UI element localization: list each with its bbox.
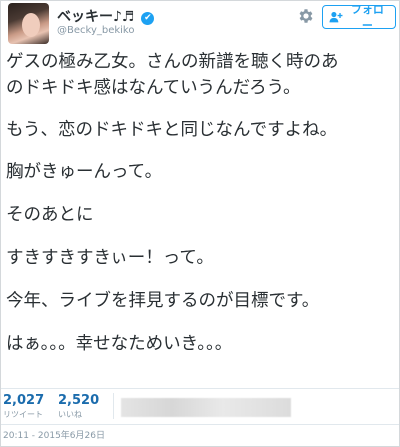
retweet-stat[interactable]: 2,027 リツイート — [3, 393, 44, 420]
tweet-line: ゲスの極み乙女。さんの新譜を聴く時のあ — [6, 52, 339, 72]
tweet-line: のドキドキ感はなんていうんだろう。 — [6, 78, 301, 98]
display-name[interactable]: ベッキー♪♬ ✔ — [57, 6, 155, 26]
tweet-timestamp[interactable]: 20:11 - 2015年6月26日 — [3, 428, 105, 441]
follow-button[interactable]: フォロー — [322, 3, 396, 32]
tweet-line: すきすきすきぃー！って。 — [6, 248, 214, 268]
verified-badge-icon: ✔ — [141, 12, 155, 25]
tweet-line: もう、恋のドキドキと同じなんですよね。 — [6, 120, 338, 140]
tweet-line: 胸がきゅーんって。 — [6, 162, 163, 182]
divider — [1, 388, 399, 389]
like-stat[interactable]: 2,520 いいね — [58, 393, 99, 420]
like-label: いいね — [58, 410, 82, 419]
tweet-line: はぁ。。。幸せなためいき。。。 — [6, 334, 233, 354]
liked-by-avatars — [121, 398, 291, 417]
avatar-face — [22, 13, 40, 37]
user-handle[interactable]: @Becky_bekiko — [57, 25, 135, 36]
person-plus-icon — [329, 11, 343, 23]
tweet-line: そのあとに — [6, 205, 94, 225]
retweet-count[interactable]: 2,027 — [3, 393, 44, 408]
gear-icon[interactable] — [297, 7, 315, 25]
retweet-label: リツイート — [3, 410, 43, 419]
tweet-card: ベッキー♪♬ ✔ @Becky_bekiko フォロー ゲスの極み乙女。さんの新… — [0, 0, 400, 447]
display-name-text[interactable]: ベッキー♪♬ — [57, 9, 135, 25]
follow-button-label: フォロー — [350, 3, 384, 32]
like-count[interactable]: 2,520 — [58, 393, 99, 408]
divider — [1, 424, 399, 425]
avatar[interactable] — [8, 3, 49, 44]
stat-separator — [113, 393, 114, 419]
tweet-line: 今年、ライブを拝見するのが目標です。 — [6, 291, 320, 311]
